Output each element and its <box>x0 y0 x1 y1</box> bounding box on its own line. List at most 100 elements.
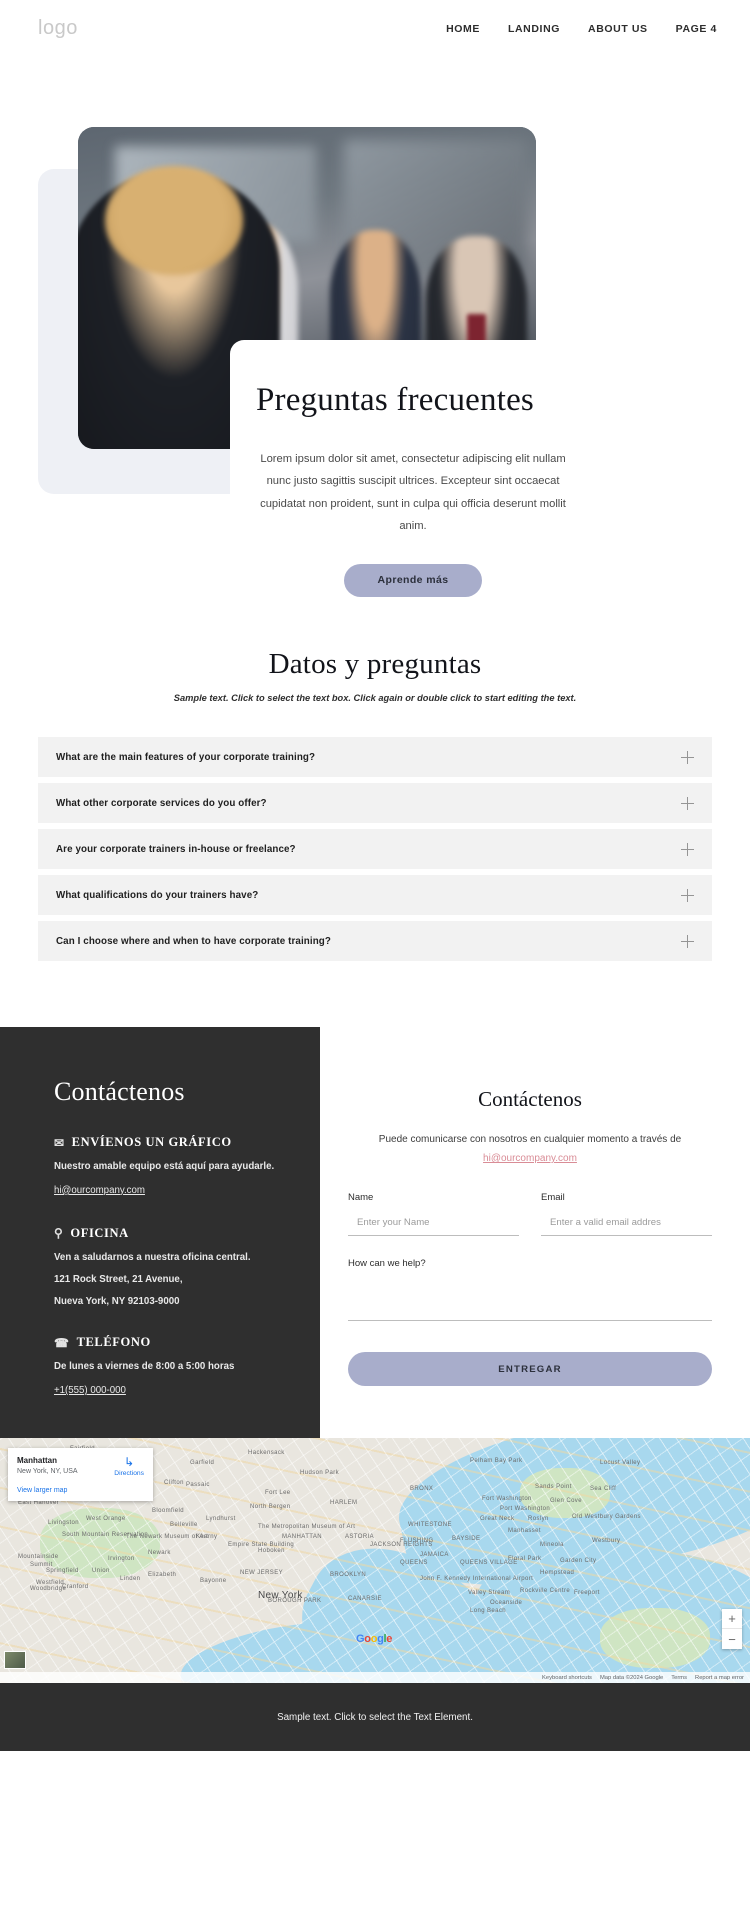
name-label: Name <box>348 1192 374 1203</box>
map-label: Manhasset <box>508 1528 541 1535</box>
email-input[interactable] <box>541 1214 712 1236</box>
contact-address-line-1: 121 Rock Street, 21 Avenue, <box>54 1274 183 1286</box>
contact-form-title: Contáctenos <box>478 1087 582 1111</box>
map-label: Garden City <box>560 1558 597 1565</box>
contact-email-heading-label: ENVÍENOS UN GRÁFICO <box>71 1135 232 1149</box>
contact-info-title: Contáctenos <box>54 1077 185 1106</box>
map-label: Bayonne <box>200 1578 227 1585</box>
map-label: Passaic <box>186 1482 210 1489</box>
site-logo[interactable]: logo <box>38 17 78 40</box>
faq-list: What are the main features of your corpo… <box>38 737 712 961</box>
map-label: Hoboken <box>258 1548 285 1555</box>
map-label: Elizabeth <box>148 1572 177 1579</box>
map-directions-button[interactable]: ↳ Directions <box>106 1456 144 1477</box>
learn-more-button[interactable]: Aprende más <box>343 563 483 597</box>
map-street-view-thumbnail[interactable] <box>4 1651 26 1670</box>
map-label: Cranford <box>62 1584 89 1591</box>
map-label: Old Westbury Gardens <box>572 1514 641 1521</box>
plus-icon[interactable] <box>681 750 694 764</box>
plus-icon[interactable] <box>681 842 694 856</box>
map-label: Floral Park <box>508 1556 542 1563</box>
map-label: Long Beach <box>470 1608 507 1615</box>
faq-heading: Datos y preguntas <box>268 648 482 680</box>
contact-phone-text: De lunes a viernes de 8:00 a 5:00 horas <box>54 1361 235 1373</box>
submit-container: ENTREGAR <box>348 1352 712 1386</box>
contact-office-text: Ven a saludarnos a nuestra oficina centr… <box>54 1251 251 1263</box>
map-label: Lyndhurst <box>206 1516 236 1523</box>
map-label: CANARSIE <box>348 1596 382 1603</box>
contact-form-subtitle-link[interactable]: hi@ourcompany.com <box>483 1153 577 1164</box>
map-attribution-bar: Keyboard shortcuts Map data ©2024 Google… <box>0 1672 750 1684</box>
map-embed[interactable]: HackensackGarfieldFairfieldPatersonPassa… <box>0 1438 750 1684</box>
contact-form-panel: Contáctenos Puede comunicarse con nosotr… <box>320 1027 750 1439</box>
map-data-attribution: Map data ©2024 Google <box>599 1674 664 1681</box>
map-label: Westfield <box>36 1580 65 1587</box>
map-report-error-link[interactable]: Report a map error <box>695 1675 744 1681</box>
nav-item-about-us[interactable]: ABOUT US <box>588 23 648 35</box>
page-root: logo HOME LANDING ABOUT US PAGE 4 Pregun… <box>0 0 750 1752</box>
plus-icon[interactable] <box>681 934 694 948</box>
main-navigation: HOME LANDING ABOUT US PAGE 4 <box>446 23 717 35</box>
envelope-icon: ✉ <box>54 1135 65 1150</box>
site-header: logo HOME LANDING ABOUT US PAGE 4 <box>0 0 750 57</box>
map-label: Freeport <box>574 1590 600 1597</box>
map-info-card: Manhattan New York, NY, USA ↳ Directions… <box>8 1448 153 1502</box>
contact-office-block: ⚲ OFICINA Ven a saludarnos a nuestra ofi… <box>54 1226 320 1308</box>
faq-question: Are your corporate trainers in-house or … <box>56 843 296 855</box>
map-place-subtitle: New York, NY, USA <box>17 1468 78 1476</box>
map-pin-icon: ⚲ <box>54 1226 64 1241</box>
contact-form-subtitle-text: Puede comunicarse con nosotros en cualqu… <box>378 1134 682 1145</box>
map-label: Linden <box>120 1576 141 1583</box>
faq-item[interactable]: Are your corporate trainers in-house or … <box>38 829 712 869</box>
faq-question: What are the main features of your corpo… <box>56 751 316 763</box>
map-terms-link[interactable]: Terms <box>671 1675 687 1681</box>
contact-office-heading-label: OFICINA <box>70 1225 129 1240</box>
nav-item-landing[interactable]: LANDING <box>508 23 560 35</box>
map-label: Roslyn <box>528 1516 549 1523</box>
name-input[interactable] <box>348 1214 519 1236</box>
map-label: Garfield <box>190 1460 215 1467</box>
map-label: BROOKLYN <box>330 1572 367 1579</box>
hero-button-container: Aprende más <box>256 563 570 597</box>
map-label: Fort Lee <box>265 1490 291 1497</box>
plus-icon[interactable] <box>681 888 694 902</box>
map-label: BRONX <box>410 1486 434 1493</box>
hero-paragraph: Lorem ipsum dolor sit amet, consectetur … <box>260 452 566 533</box>
plus-icon[interactable] <box>681 796 694 810</box>
phone-icon: ☎ <box>54 1335 70 1350</box>
faq-item[interactable]: What qualifications do your trainers hav… <box>38 875 712 915</box>
faq-section: Datos y preguntas Sample text. Click to … <box>0 582 750 997</box>
map-label: Hempstead <box>540 1570 575 1577</box>
map-label: Mineola <box>540 1542 564 1549</box>
faq-item[interactable]: What are the main features of your corpo… <box>38 737 712 777</box>
message-textarea[interactable] <box>348 1277 712 1321</box>
map-zoom-controls: + − <box>722 1609 742 1650</box>
contact-phone-heading: ☎ TELÉFONO <box>54 1335 320 1350</box>
contact-address-line-2: Nueva York, NY 92103-9000 <box>54 1296 180 1308</box>
view-larger-map-link[interactable]: View larger map <box>17 1487 144 1494</box>
map-label: BAYSIDE <box>452 1536 481 1543</box>
submit-button[interactable]: ENTREGAR <box>348 1352 712 1386</box>
contact-phone-heading-label: TELÉFONO <box>76 1335 151 1350</box>
map-keyboard-shortcuts[interactable]: Keyboard shortcuts <box>542 1675 592 1681</box>
footer-text: Sample text. Click to select the Text El… <box>277 1711 473 1723</box>
map-label: Westbury <box>592 1538 621 1545</box>
contact-phone-link[interactable]: +1(555) 000-000 <box>54 1385 126 1396</box>
message-field-group: How can we help? <box>348 1258 712 1326</box>
nav-item-home[interactable]: HOME <box>446 23 480 35</box>
hero-section: Preguntas frecuentes Lorem ipsum dolor s… <box>0 57 750 597</box>
contact-email-link[interactable]: hi@ourcompany.com <box>54 1185 145 1196</box>
map-label: Locust Valley <box>600 1460 641 1467</box>
google-logo: Google <box>356 1633 393 1646</box>
contact-info-panel: Contáctenos ✉ ENVÍENOS UN GRÁFICO Nuestr… <box>0 1027 320 1439</box>
zoom-out-button[interactable]: − <box>722 1629 742 1649</box>
email-field-group: Email <box>541 1192 712 1236</box>
map-label: Pelham Bay Park <box>470 1458 523 1465</box>
faq-item[interactable]: Can I choose where and when to have corp… <box>38 921 712 961</box>
faq-item[interactable]: What other corporate services do you off… <box>38 783 712 823</box>
site-footer: Sample text. Click to select the Text El… <box>0 1683 750 1752</box>
map-label: Irvington <box>108 1556 135 1563</box>
nav-item-page-4[interactable]: PAGE 4 <box>676 23 717 35</box>
map-label: ASTORIA <box>345 1534 375 1541</box>
zoom-in-button[interactable]: + <box>722 1609 742 1630</box>
